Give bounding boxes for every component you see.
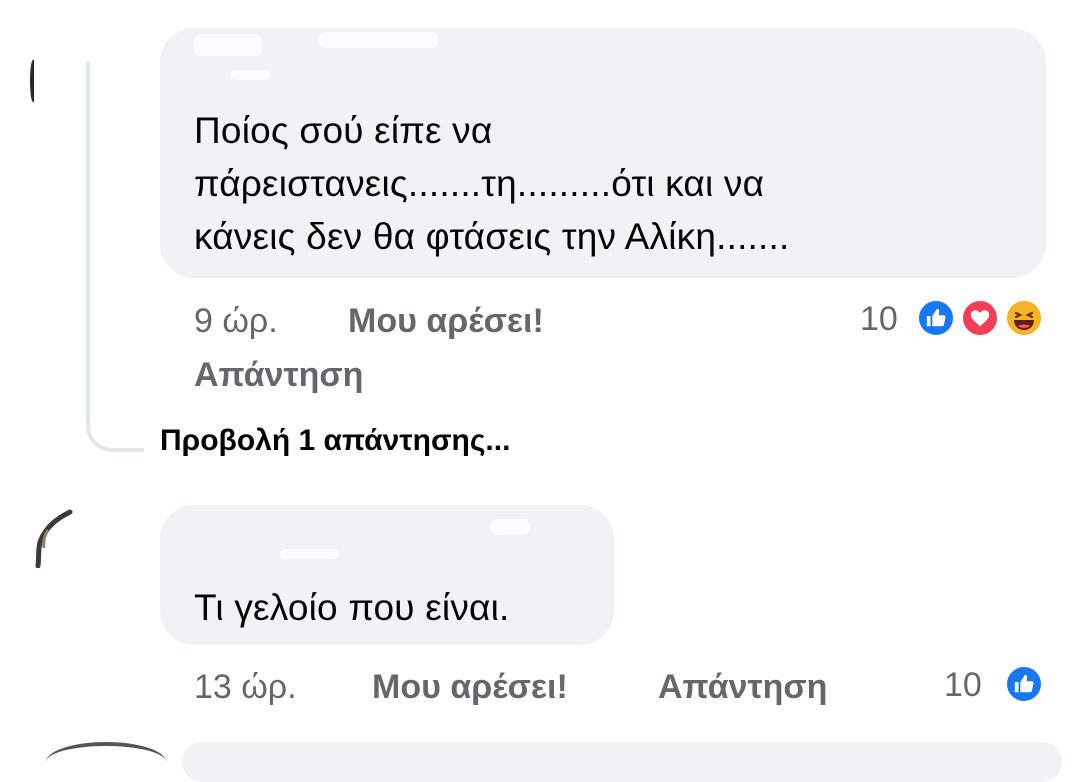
redacted-name	[490, 519, 530, 535]
like-button[interactable]: Μου αρέσει!	[372, 668, 568, 707]
redacted-name	[194, 34, 262, 56]
like-icon[interactable]	[1004, 664, 1044, 704]
redacted-name	[280, 549, 340, 559]
avatar[interactable]	[46, 742, 166, 782]
reply-button[interactable]: Απάντηση	[194, 356, 363, 395]
comment-time[interactable]: 13 ώρ.	[194, 668, 297, 707]
view-replies-link[interactable]: Προβολή 1 απάντησης...	[160, 424, 510, 458]
comment-bubble[interactable]	[182, 742, 1062, 782]
redacted-name	[318, 32, 438, 48]
reaction-count[interactable]: 10	[944, 666, 982, 705]
reply-button[interactable]: Απάντηση	[658, 668, 827, 707]
comment-text: Τι γελοίο που είναι.	[194, 587, 510, 628]
redacted-name	[230, 70, 270, 80]
comment-bubble[interactable]: Ποίος σού είπε να πάρειστανεις.......τη.…	[160, 28, 1046, 278]
haha-icon[interactable]	[1004, 298, 1044, 338]
comment-time[interactable]: 9 ώρ.	[194, 302, 278, 341]
like-icon[interactable]	[916, 298, 956, 338]
comment-text: Ποίος σού είπε να πάρειστανεις.......τη.…	[194, 110, 790, 257]
avatar[interactable]	[30, 60, 36, 102]
reaction-count[interactable]: 10	[860, 300, 898, 339]
like-button[interactable]: Μου αρέσει!	[348, 302, 544, 341]
love-icon[interactable]	[960, 298, 1000, 338]
avatar[interactable]	[34, 508, 74, 568]
comment-bubble[interactable]: Τι γελοίο που είναι.	[160, 505, 614, 645]
reply-thread-line	[86, 62, 144, 452]
